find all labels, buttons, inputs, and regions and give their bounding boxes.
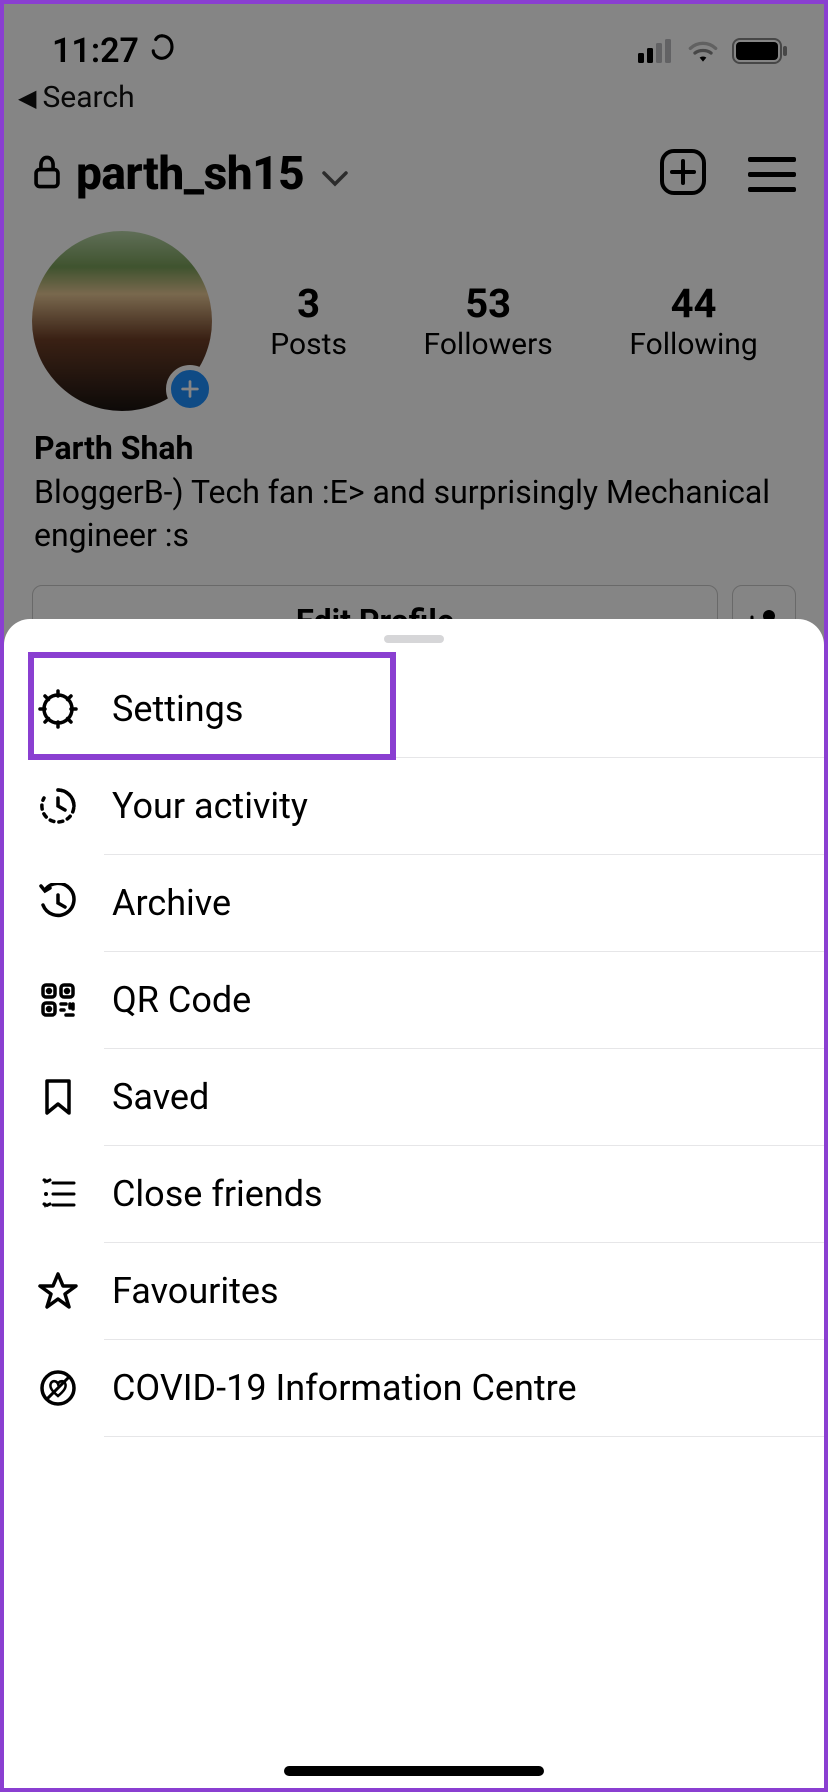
menu-item-saved[interactable]: Saved xyxy=(4,1049,824,1145)
menu-sheet: Settings Your activity Archive QR Code S… xyxy=(4,619,824,1788)
close-friends-icon xyxy=(34,1170,82,1218)
settings-icon xyxy=(34,685,82,733)
menu-label: Saved xyxy=(112,1076,209,1118)
menu-label: QR Code xyxy=(112,979,251,1021)
menu-item-covid-info[interactable]: COVID-19 Information Centre xyxy=(4,1340,824,1436)
menu-label: Your activity xyxy=(112,785,308,827)
menu-item-archive[interactable]: Archive xyxy=(4,855,824,951)
menu-label: Favourites xyxy=(112,1270,279,1312)
menu-item-your-activity[interactable]: Your activity xyxy=(4,758,824,854)
menu-item-qr-code[interactable]: QR Code xyxy=(4,952,824,1048)
star-icon xyxy=(34,1267,82,1315)
menu-item-close-friends[interactable]: Close friends xyxy=(4,1146,824,1242)
menu-label: Settings xyxy=(112,688,243,730)
menu-item-favourites[interactable]: Favourites xyxy=(4,1243,824,1339)
bookmark-icon xyxy=(34,1073,82,1121)
sheet-grabber[interactable] xyxy=(384,635,444,643)
home-indicator[interactable] xyxy=(284,1766,544,1776)
archive-icon xyxy=(34,879,82,927)
activity-icon xyxy=(34,782,82,830)
heart-circle-icon xyxy=(34,1364,82,1412)
qr-code-icon xyxy=(34,976,82,1024)
menu-label: COVID-19 Information Centre xyxy=(112,1367,577,1409)
menu-item-settings[interactable]: Settings xyxy=(4,661,824,757)
menu-label: Archive xyxy=(112,882,231,924)
menu-label: Close friends xyxy=(112,1173,323,1215)
